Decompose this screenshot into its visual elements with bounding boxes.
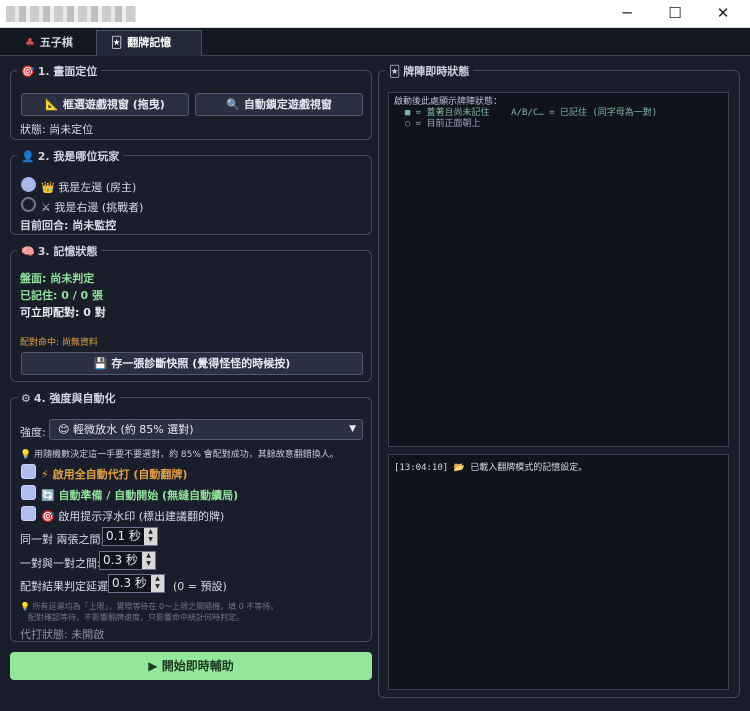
spin-arrows-icon[interactable]: ▲ ▼ (151, 575, 164, 592)
section-title: 牌陣即時狀態 (403, 65, 470, 78)
gear-icon: ⚙ (21, 392, 31, 405)
target-icon: 🎯 (21, 65, 35, 78)
auto-ready-label: 自動準備 / 自動開始 (無縫自動續局) (58, 489, 239, 502)
tab-label: 五子棋 (39, 36, 73, 49)
club-icon: ♣ (25, 36, 35, 49)
pairable-count: 可立即配對: 0 對 (20, 306, 106, 319)
title-bar: ─ ☐ ✕ (0, 0, 750, 28)
brain-icon: 🧠 (21, 245, 35, 258)
refresh-icon: 🔄 (41, 489, 55, 502)
target-icon: 🎯 (41, 510, 55, 523)
position-status: 狀態: 尚未定位 (20, 123, 94, 136)
floppy-icon: 💾 (93, 357, 108, 370)
delay-between-pairs-label: 一對與一對之間: (20, 557, 101, 570)
log-time: [13:04:10] (394, 463, 449, 473)
strength-hint: 💡 用隨機數決定這一手要不要選對，約 85% 會配對成功，其餘故意翻錯換人。 (20, 450, 339, 460)
board-status: 盤面: 尚未判定 (20, 272, 95, 285)
strength-select[interactable]: 😊 輕微放水 (約 85% 選對) ▼ (49, 419, 363, 440)
section-title: 3. 記憶狀態 (37, 245, 98, 258)
swords-icon: ⚔ (41, 201, 51, 214)
delay-result-note: (0 = 預設) (173, 580, 227, 593)
log-text: 已載入翻牌模式的記憶設定。 (470, 463, 588, 473)
remembered-count: 已記住: 0 / 0 張 (20, 289, 104, 302)
radio-left-player[interactable] (21, 177, 36, 192)
log-entry: [13:04:10] 📂 已載入翻牌模式的記憶設定。 (394, 460, 723, 473)
section-strength-automation: ⚙ 4. 強度與自動化 強度: 😊 輕微放水 (約 85% 選對) ▼ 💡 用隨機… (10, 390, 372, 642)
section-title: 2. 我是哪位玩家 (37, 150, 120, 163)
right-player-label: 我是右邊 (挑戰者) (54, 201, 144, 214)
tab-gomoku[interactable]: ♣ 五子棋 (10, 30, 94, 56)
radio-right-player[interactable] (21, 197, 36, 212)
current-turn: 目前回合: 尚未監控 (20, 219, 117, 232)
tab-bar: ♣ 五子棋 🃏 翻牌記憶 (0, 28, 750, 56)
start-assist-button[interactable]: ▶ 開始即時輔助 (10, 652, 372, 680)
watermark-checkbox[interactable] (21, 506, 36, 521)
delay-result-input[interactable]: 0.3 秒 ▲ ▼ (108, 574, 165, 593)
watermark-label: 啟用提示浮水印 (標出建議翻的牌) (58, 510, 225, 523)
autoplay-label: 啟用全自動代打 (自動翻牌) (52, 468, 188, 481)
board-display: 啟動後此處顯示牌陣狀態： ■ = 蓋著且尚未記住 A/B/C… = 已記住 (同… (388, 92, 729, 447)
app-title (6, 6, 136, 22)
card-icon: 🃏 (111, 36, 123, 49)
board-line: ○ = 目前正面朝上 (394, 119, 481, 129)
match-hit-status: 配對命中: 尚無資料 (20, 338, 98, 348)
search-icon: 🔍 (226, 98, 240, 111)
section-title: 4. 強度與自動化 (33, 392, 116, 405)
delay-between-pairs-input[interactable]: 0.3 秒 ▲ ▼ (99, 551, 156, 570)
board-line: ■ = 蓋著且尚未記住 A/B/C… = 已記住 (同字母為一對) (394, 108, 658, 118)
maximize-button[interactable]: ☐ (652, 0, 698, 28)
person-icon: 👤 (21, 150, 35, 163)
auto-lock-button[interactable]: 🔍 自動鎖定遊戲視窗 (195, 93, 363, 116)
autoplay-checkbox[interactable] (21, 464, 36, 479)
left-player-label: 我是左邊 (房主) (58, 181, 137, 194)
folder-icon: 📂 (453, 463, 465, 473)
spin-arrows-icon[interactable]: ▲ ▼ (144, 528, 157, 545)
frame-window-button[interactable]: 📐 框選遊戲視窗 (拖曳) (21, 93, 189, 116)
autoplay-status: 代打狀態: 未開啟 (20, 628, 105, 641)
auto-ready-checkbox[interactable] (21, 485, 36, 500)
strength-label: 強度: (20, 426, 46, 439)
delay-note-2: 配對確認等待，不影響翻牌速度，只影響命中統計何時判定。 (28, 613, 244, 622)
board-line: 啟動後此處顯示牌陣狀態： (394, 97, 503, 107)
chevron-down-icon: ▼ (349, 424, 356, 434)
close-button[interactable]: ✕ (700, 0, 746, 28)
delay-note-1: 💡 所有延遲均為「上限」，實際等待在 0～上限之間隨機，填 0 不等待。 (20, 602, 279, 611)
tab-memory[interactable]: 🃏 翻牌記憶 (96, 30, 202, 56)
spin-arrows-icon[interactable]: ▲ ▼ (142, 552, 155, 569)
delay-same-pair-input[interactable]: 0.1 秒 ▲ ▼ (102, 527, 158, 546)
tab-label: 翻牌記憶 (127, 36, 172, 49)
log-display: [13:04:10] 📂 已載入翻牌模式的記憶設定。 (388, 454, 729, 690)
crown-icon: 👑 (41, 181, 55, 194)
section-title: 1. 畫面定位 (37, 65, 98, 78)
ruler-icon: 📐 (45, 98, 59, 111)
delay-same-pair-label: 同一對 兩張之間: (20, 533, 105, 546)
delay-result-label: 配對結果判定延遲: (20, 580, 112, 593)
bolt-icon: ⚡ (41, 468, 49, 481)
section-memory-state: 🧠 3. 記憶狀態 盤面: 尚未判定 已記住: 0 / 0 張 可立即配對: 0 … (10, 243, 372, 382)
card-icon: 🃏 (389, 65, 401, 78)
minimize-button[interactable]: ─ (604, 0, 650, 28)
section-player-choice: 👤 2. 我是哪位玩家 👑 我是左邊 (房主) ⚔ 我是右邊 (挑戰者) 目前回合… (10, 148, 372, 235)
section-screen-position: 🎯 1. 畫面定位 📐 框選遊戲視窗 (拖曳) 🔍 自動鎖定遊戲視窗 狀態: 尚未定位 (10, 63, 372, 140)
snapshot-button[interactable]: 💾 存一張診斷快照 (覺得怪怪的時候按) (21, 352, 363, 375)
